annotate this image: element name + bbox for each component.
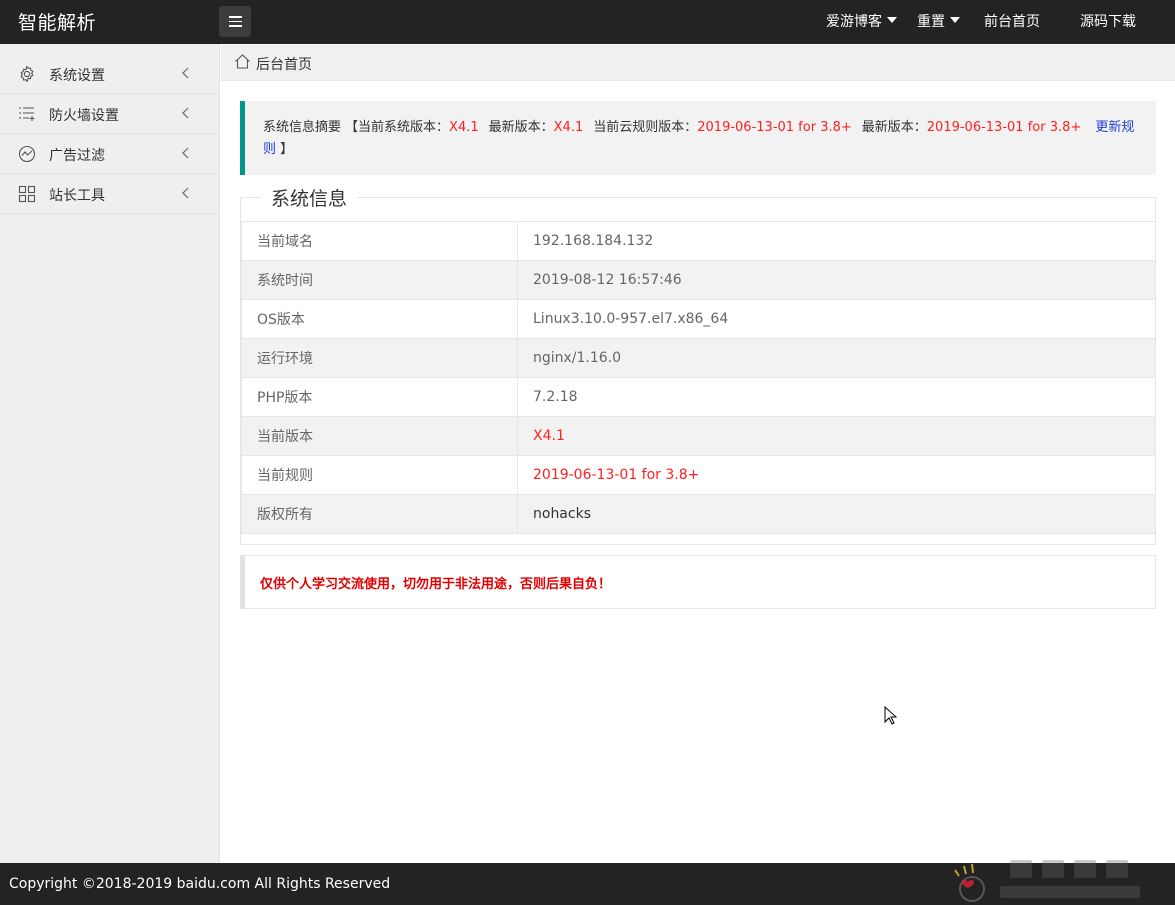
top-nav: 爱游博客 重置 前台首页 源码下载 bbox=[816, 0, 1175, 44]
sidebar-item-label: 防火墙设置 bbox=[49, 108, 119, 124]
info-key-cell: 当前版本 bbox=[241, 416, 518, 456]
sidebar-item-firewall-settings[interactable]: 防火墙设置 bbox=[0, 94, 219, 134]
caret-down-icon bbox=[887, 17, 897, 23]
sidebar-item-system-settings[interactable]: 系统设置 bbox=[0, 54, 219, 94]
grid-icon bbox=[18, 185, 36, 203]
menu-toggle-button[interactable] bbox=[219, 6, 251, 37]
table-row: 当前版本 X4.1 bbox=[241, 416, 1156, 456]
caret-down-icon bbox=[950, 17, 960, 23]
table-row: 系统时间 2019-08-12 16:57:46 bbox=[241, 260, 1156, 300]
info-value-cell: nginx/1.16.0 bbox=[517, 338, 1156, 378]
list-plus-icon bbox=[19, 107, 35, 121]
trend-circle-icon bbox=[18, 145, 36, 163]
info-key-cell: 当前规则 bbox=[241, 455, 518, 495]
info-value-cell: 2019-06-13-01 for 3.8+ bbox=[517, 455, 1156, 495]
nav-reset-dropdown[interactable]: 重置 bbox=[907, 0, 974, 44]
sidebar-item-label: 系统设置 bbox=[49, 68, 105, 84]
copyright-text: Copyright ©2018-2019 baidu.com All Right… bbox=[9, 876, 391, 892]
legal-warning: 仅供个人学习交流使用，切勿用于非法用途，否则后果自负！ bbox=[240, 555, 1156, 609]
table-row: OS版本 Linux3.10.0-957.el7.x86_64 bbox=[241, 299, 1156, 339]
system-summary-notice: 系统信息摘要 【当前系统版本：X4.1 最新版本：X4.1 当前云规则版本：2019-… bbox=[240, 101, 1156, 175]
watermark-logo-icon bbox=[954, 860, 1140, 902]
table-row: 当前域名 192.168.184.132 bbox=[241, 221, 1156, 261]
info-value-cell: 7.2.18 bbox=[517, 377, 1156, 417]
info-key-cell: PHP版本 bbox=[241, 377, 518, 417]
table-row: 当前规则 2019-06-13-01 for 3.8+ bbox=[241, 455, 1156, 495]
gear-icon bbox=[20, 65, 34, 83]
sidebar-item-label: 站长工具 bbox=[49, 188, 105, 204]
hamburger-icon bbox=[228, 16, 242, 18]
top-header: 智能解析 爱游博客 重置 前台首页 源码下载 bbox=[0, 0, 1175, 44]
sidebar-item-ad-filter[interactable]: 广告过滤 bbox=[0, 134, 219, 174]
chevron-left-icon bbox=[182, 147, 189, 159]
info-value-cell: 192.168.184.132 bbox=[517, 221, 1156, 261]
chevron-left-icon bbox=[182, 107, 189, 119]
latest-rule-value: 2019-06-13-01 for 3.8+ bbox=[926, 120, 1082, 135]
nav-blog-dropdown[interactable]: 爱游博客 bbox=[816, 0, 907, 44]
info-value-cell: 2019-08-12 16:57:46 bbox=[517, 260, 1156, 300]
current-rule-value: 2019-06-13-01 for 3.8+ bbox=[697, 120, 852, 135]
nav-source-download-link[interactable]: 源码下载 bbox=[1060, 0, 1175, 44]
summary-title: 系统信息摘要 bbox=[263, 120, 342, 135]
info-key-cell: 版权所有 bbox=[241, 494, 518, 534]
sidebar-item-label: 广告过滤 bbox=[49, 148, 105, 164]
breadcrumb: 后台首页 bbox=[221, 45, 1175, 81]
sidebar: 系统设置 防火墙设置 广告过滤 站长工具 bbox=[0, 44, 220, 863]
latest-version-value: X4.1 bbox=[553, 120, 584, 135]
sidebar-item-webmaster-tools[interactable]: 站长工具 bbox=[0, 174, 219, 214]
breadcrumb-home-link[interactable]: 后台首页 bbox=[256, 54, 312, 74]
system-info-panel: 系统信息 当前域名 192.168.184.132 系统时间 2019-08-12 1… bbox=[240, 184, 1156, 545]
info-key-cell: 系统时间 bbox=[241, 260, 518, 300]
table-row: PHP版本 7.2.18 bbox=[241, 377, 1156, 417]
current-version-value: X4.1 bbox=[449, 120, 479, 135]
info-key-cell: 运行环境 bbox=[241, 338, 518, 378]
nav-frontpage-link[interactable]: 前台首页 bbox=[974, 0, 1060, 44]
table-row: 运行环境 nginx/1.16.0 bbox=[241, 338, 1156, 378]
info-value-cell: nohacks bbox=[517, 494, 1156, 534]
info-value-cell: X4.1 bbox=[517, 416, 1156, 456]
system-info-title: 系统信息 bbox=[261, 184, 358, 211]
info-key-cell: 当前域名 bbox=[241, 221, 518, 261]
app-logo[interactable]: 智能解析 bbox=[18, 8, 96, 35]
home-icon bbox=[235, 54, 250, 69]
info-key-cell: OS版本 bbox=[241, 299, 518, 339]
info-value-cell: Linux3.10.0-957.el7.x86_64 bbox=[517, 299, 1156, 339]
mouse-cursor-icon bbox=[884, 706, 898, 725]
chevron-left-icon bbox=[182, 187, 189, 199]
table-row: 版权所有 nohacks bbox=[241, 494, 1156, 534]
chevron-left-icon bbox=[182, 67, 189, 79]
system-info-table: 当前域名 192.168.184.132 系统时间 2019-08-12 16:57:… bbox=[241, 221, 1156, 534]
